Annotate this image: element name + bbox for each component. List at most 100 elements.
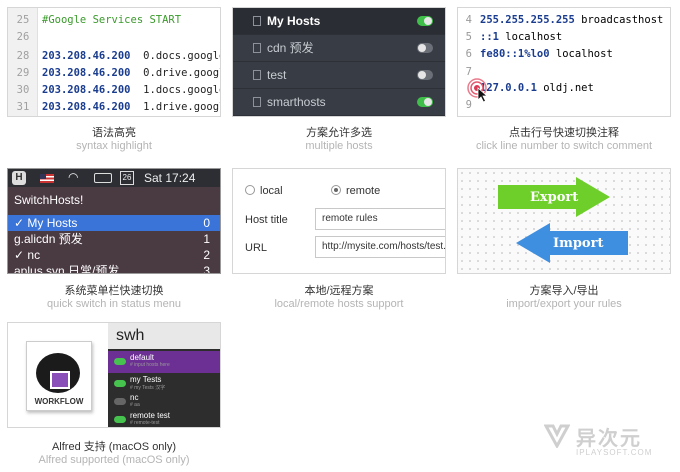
feature-caption: 语法高亮: [92, 127, 136, 139]
brand-name: 异次元: [576, 428, 642, 450]
alfred-item-sub: # input hosts here: [130, 362, 170, 368]
radio-button[interactable]: [331, 185, 341, 195]
feature-subtitle: multiple hosts: [305, 140, 373, 152]
code-line: 26: [8, 29, 38, 45]
alfred-item[interactable]: default # input hosts here: [108, 351, 220, 373]
menu-title-text: SwitchHosts!: [14, 193, 84, 207]
multiple-hosts-card: My Hosts cdn 预发 test smarthosts: [232, 7, 446, 117]
line-number[interactable]: 5: [458, 28, 480, 46]
feature-caption: 点击行号快速切换注释: [509, 127, 619, 139]
host-text: oldj.net: [543, 82, 594, 94]
ip-text: 203.208.46.200: [42, 67, 131, 79]
line-number[interactable]: 29: [8, 65, 38, 81]
battery-icon[interactable]: [94, 173, 112, 183]
alfred-item-title: default: [130, 353, 155, 362]
menu-item[interactable]: aplus.svn 日常/预发 3: [8, 263, 220, 274]
feature-caption: 方案允许多选: [306, 127, 372, 139]
local-remote-card: local remote Host title remote rules URL…: [232, 168, 446, 274]
feature-subtitle: click line number to switch comment: [475, 140, 653, 152]
local-label: local: [260, 185, 283, 197]
line-number[interactable]: 25: [8, 12, 38, 28]
host-label: cdn 预发: [267, 41, 314, 55]
click-line-card: 4 255.255.255.255 broadcasthost 5::1 loca…: [457, 7, 671, 117]
ip-text: 255.255.255.255: [480, 14, 575, 26]
syntax-highlight-card: 25 #Google Services START 26 28 203.208.46…: [7, 7, 221, 117]
host-text: 0.docs.google.: [143, 50, 220, 62]
menu-item[interactable]: ✓ My Hosts 0: [8, 215, 220, 231]
import-label: Import: [553, 236, 604, 251]
menu-item-label: ✓ My Hosts: [14, 216, 78, 230]
feature-subtitle: import/export your rules: [506, 298, 622, 310]
code-line: 25 #Google Services START: [8, 12, 181, 28]
alfred-item-sub: # aa: [130, 402, 140, 408]
radio-button[interactable]: [245, 185, 255, 195]
menu-item-label: aplus.svn 日常/预发: [14, 264, 120, 274]
line-number[interactable]: 30: [8, 82, 38, 98]
toggle-switch[interactable]: [417, 97, 433, 107]
menu-bar: H ◠ 26 Sat 17:24: [8, 169, 220, 187]
alfred-item-title: remote test: [130, 411, 171, 420]
url-label: URL: [245, 242, 268, 254]
flag-icon[interactable]: [40, 174, 54, 183]
line-number[interactable]: 4: [458, 11, 480, 29]
wifi-icon[interactable]: ◠: [68, 170, 78, 184]
host-item[interactable]: test: [233, 62, 445, 89]
toggle-switch: [114, 380, 126, 387]
export-label: Export: [530, 190, 579, 205]
toggle-switch[interactable]: [417, 43, 433, 53]
document-icon: [253, 43, 261, 53]
alfred-item-title: nc: [130, 393, 139, 402]
line-number[interactable]: 28: [8, 48, 38, 64]
menu-item[interactable]: ✓ nc 2: [8, 247, 220, 263]
feature-subtitle: quick switch in status menu: [47, 298, 181, 310]
alfred-query[interactable]: swh: [108, 323, 220, 349]
brand-icon: [544, 424, 570, 448]
brand-site: IPLAYSOFT.COM: [576, 448, 653, 457]
feature-caption: 方案导入/导出: [529, 285, 599, 297]
host-text: 0.drive.google: [143, 67, 220, 79]
code-line: 31 203.208.46.200 1.drive.google: [8, 99, 220, 115]
local-radio[interactable]: local: [245, 185, 283, 197]
calendar-badge[interactable]: 26: [120, 171, 134, 185]
alfred-item-title: my Tests: [130, 375, 162, 384]
host-item[interactable]: cdn 预发: [233, 35, 445, 62]
status-menu-card: H ◠ 26 Sat 17:24 SwitchHosts! ✓ My Hosts…: [7, 168, 221, 274]
toggle-switch[interactable]: [417, 70, 433, 80]
host-text: 1.drive.google: [143, 101, 220, 113]
feature-caption: Alfred 支持 (macOS only): [51, 441, 177, 453]
click-ripple-icon: [467, 78, 489, 103]
line-number[interactable]: 31: [8, 99, 38, 115]
code-line: 28 203.208.46.200 0.docs.google.: [8, 48, 220, 64]
line-number[interactable]: 6: [458, 45, 480, 63]
menu-item-label: ✓ nc: [14, 248, 41, 262]
remote-label: remote: [346, 185, 381, 197]
code-line: 4 255.255.255.255 broadcasthost: [458, 11, 664, 29]
menu-item-number: 0: [203, 216, 210, 230]
switchhosts-app-icon[interactable]: H: [12, 171, 26, 185]
host-label: My Hosts: [267, 14, 321, 28]
toggle-switch: [114, 416, 126, 423]
feature-subtitle: syntax highlight: [76, 140, 152, 152]
feature-subtitle: Alfred supported (macOS only): [38, 454, 190, 466]
toggle-switch[interactable]: [417, 16, 433, 26]
ip-text: 203.208.46.200: [42, 50, 131, 62]
toggle-switch: [114, 398, 126, 405]
remote-radio[interactable]: remote: [331, 185, 380, 197]
host-text: broadcasthost: [581, 14, 664, 26]
menu-item[interactable]: g.alicdn 预发 1: [8, 231, 220, 247]
ip-text: 203.208.46.200: [42, 84, 131, 96]
url-field[interactable]: http://mysite.com/hosts/test.txt: [315, 236, 445, 258]
host-item[interactable]: My Hosts: [233, 8, 445, 35]
status-menu: SwitchHosts! ✓ My Hosts 0 g.alicdn 预发 1 ✓ …: [8, 187, 220, 273]
clock-text[interactable]: Sat 17:24: [144, 171, 195, 185]
code-line: 5::1 localhost: [458, 28, 563, 46]
alfred-card: WORKFLOW swh default # input hosts here m…: [7, 322, 221, 428]
line-number[interactable]: 26: [8, 29, 38, 45]
feature-caption: 系统菜单栏快速切换: [64, 285, 164, 297]
host-text: localhost: [555, 48, 613, 60]
alfred-item[interactable]: remote test # remote-test: [108, 409, 220, 427]
host-title-field[interactable]: remote rules: [315, 208, 445, 230]
host-item[interactable]: smarthosts: [233, 89, 445, 116]
document-icon: [253, 97, 261, 107]
menu-item-number: 3: [203, 264, 210, 274]
